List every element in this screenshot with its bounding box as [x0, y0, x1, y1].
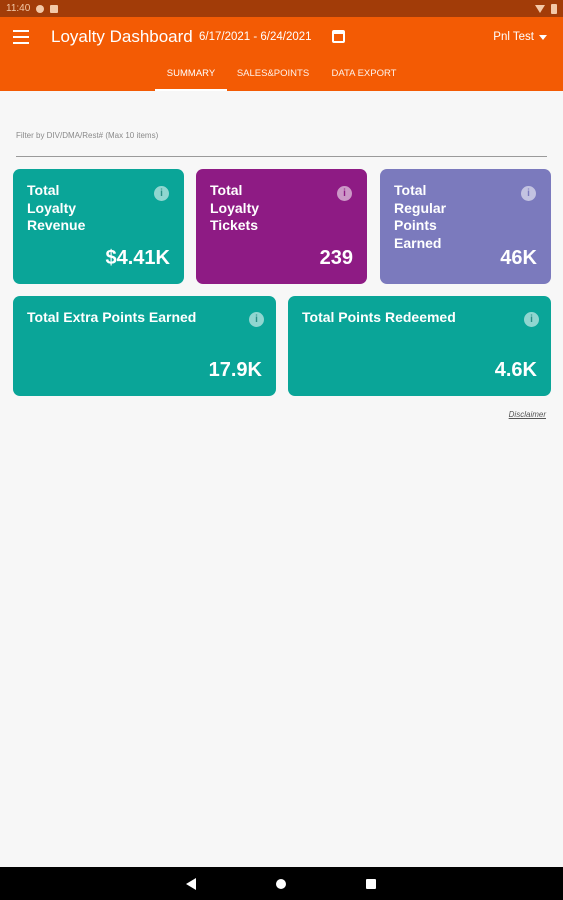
- info-icon[interactable]: i: [521, 186, 536, 201]
- card-value: 4.6K: [494, 359, 537, 381]
- notification-icon: [36, 4, 45, 13]
- hamburger-menu-icon[interactable]: [13, 30, 29, 44]
- card-total-points-redeemed[interactable]: Total Points Redeemed i 4.6K: [288, 296, 551, 396]
- card-value: $4.41K: [105, 247, 171, 269]
- info-icon[interactable]: i: [249, 312, 264, 327]
- tab-sales-points[interactable]: SALES&POINTS: [234, 64, 312, 91]
- card-value: 239: [319, 247, 353, 269]
- filter-input[interactable]: Filter by DIV/DMA/Rest# (Max 10 items): [16, 131, 547, 157]
- dropdown-caret-icon: [539, 34, 547, 40]
- disclaimer-link[interactable]: Disclaimer: [509, 410, 546, 419]
- user-menu[interactable]: Pnl Test: [493, 31, 547, 43]
- date-range[interactable]: 6/17/2021 - 6/24/2021: [199, 31, 312, 43]
- home-icon[interactable]: [276, 879, 286, 889]
- card-total-loyalty-revenue[interactable]: Total Loyalty Revenue i $4.41K: [13, 169, 184, 284]
- tab-data-export[interactable]: DATA EXPORT: [326, 64, 402, 91]
- calendar-icon[interactable]: [332, 30, 345, 43]
- system-nav-bar: [0, 867, 563, 900]
- tab-summary[interactable]: SUMMARY: [155, 64, 227, 91]
- app-bar: Loyalty Dashboard 6/17/2021 - 6/24/2021 …: [0, 17, 563, 91]
- card-total-extra-points-earned[interactable]: Total Extra Points Earned i 17.9K: [13, 296, 276, 396]
- card-value: 46K: [500, 247, 537, 269]
- tab-bar: SUMMARY SALES&POINTS DATA EXPORT: [0, 64, 563, 91]
- notification-icon: [50, 4, 59, 13]
- wifi-icon: [535, 4, 545, 13]
- status-time: 11:40: [6, 3, 31, 14]
- card-total-regular-points-earned[interactable]: Total Regular Points Earned i 46K: [380, 169, 551, 284]
- card-label: Total Points Redeemed: [302, 309, 456, 325]
- recent-apps-icon[interactable]: [366, 879, 376, 889]
- card-total-loyalty-tickets[interactable]: Total Loyalty Tickets i 239: [196, 169, 367, 284]
- card-label: Total Loyalty Revenue: [27, 182, 86, 233]
- card-label: Total Loyalty Tickets: [210, 182, 260, 233]
- battery-icon: [551, 3, 557, 14]
- info-icon[interactable]: i: [524, 312, 539, 327]
- info-icon[interactable]: i: [337, 186, 352, 201]
- info-icon[interactable]: i: [154, 186, 169, 201]
- card-label: Total Regular Points Earned: [394, 182, 447, 251]
- page-title: Loyalty Dashboard: [51, 27, 193, 46]
- back-icon[interactable]: [186, 878, 196, 890]
- card-label: Total Extra Points Earned: [27, 309, 197, 325]
- status-bar: 11:40: [0, 0, 563, 17]
- user-name: Pnl Test: [493, 31, 534, 43]
- card-value: 17.9K: [208, 359, 262, 381]
